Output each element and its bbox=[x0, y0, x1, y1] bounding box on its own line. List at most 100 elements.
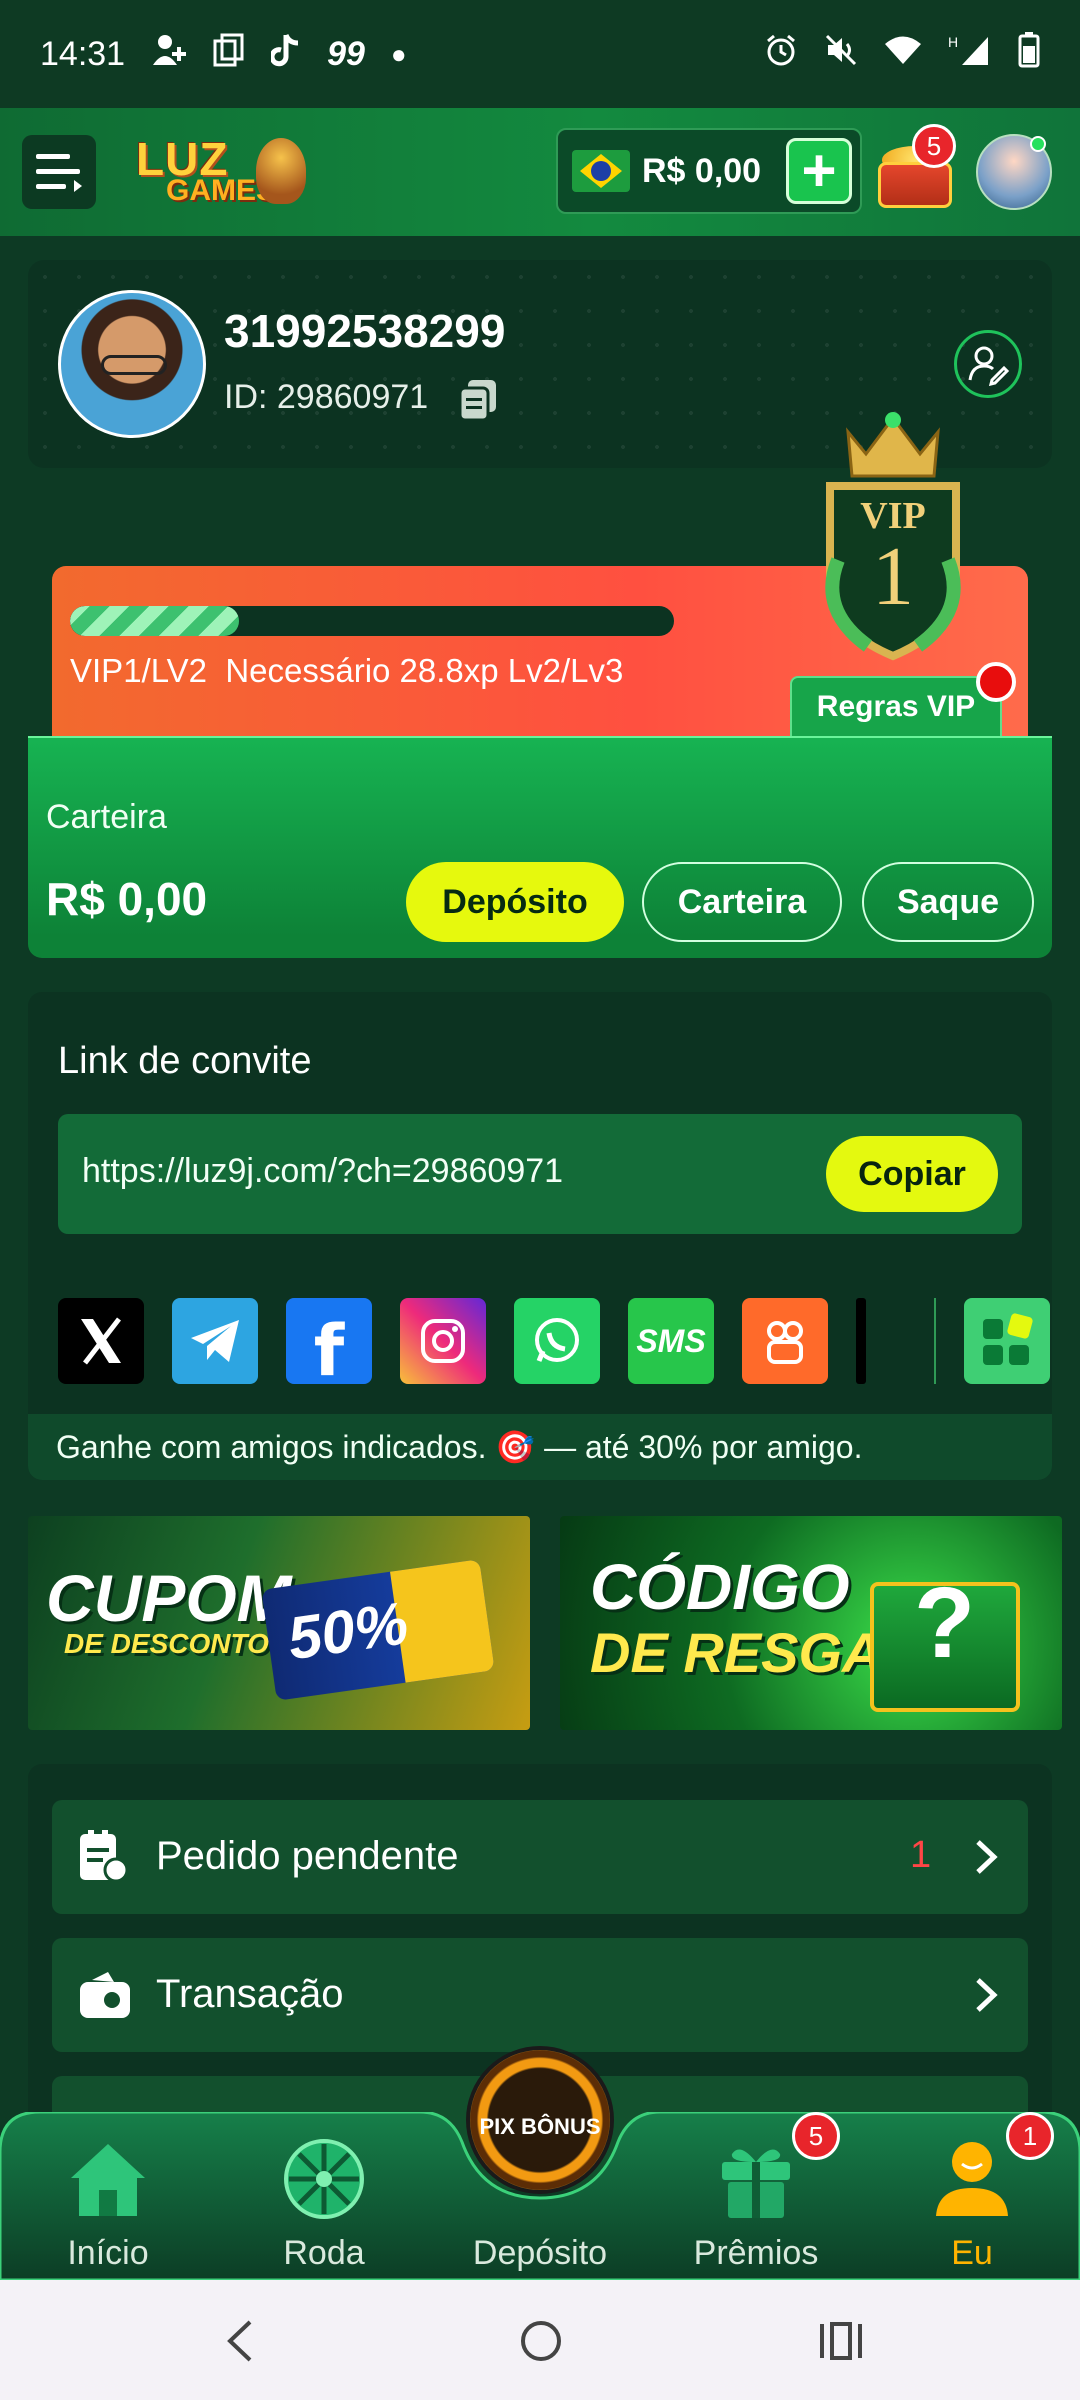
chest-badge: 5 bbox=[912, 124, 956, 168]
sms-label: SMS bbox=[636, 1322, 706, 1359]
nav-me-label: Eu bbox=[951, 2234, 993, 2272]
nav-me-badge: 1 bbox=[1006, 2112, 1054, 2160]
nav-deposit-label: Depósito bbox=[472, 2234, 608, 2272]
vip-progress-fill bbox=[70, 606, 240, 636]
profile-phone: 31992538299 bbox=[224, 305, 506, 357]
instagram-share-icon[interactable] bbox=[400, 1298, 486, 1384]
bottom-navigation: Início Roda PIX BÔNUS Depósito 5 Prêmios… bbox=[0, 2046, 1080, 2280]
vip-emblem: VIP 1 bbox=[808, 410, 978, 666]
menu-button[interactable] bbox=[22, 135, 96, 209]
vip-required-text: Necessário 28.8xp Lv2/Lv3 bbox=[225, 652, 624, 689]
add-funds-button[interactable]: + bbox=[786, 138, 852, 204]
edit-profile-icon bbox=[968, 346, 1010, 386]
share-separator bbox=[934, 1298, 936, 1384]
whatsapp-share-icon[interactable] bbox=[514, 1298, 600, 1384]
mute-icon bbox=[824, 33, 858, 76]
cupom-percent: 50% bbox=[283, 1589, 412, 1673]
alarm-icon bbox=[764, 33, 798, 76]
nav-wheel-label: Roda bbox=[283, 2234, 365, 2272]
nav-prizes-badge: 5 bbox=[792, 2112, 840, 2160]
vip-progress-bar bbox=[70, 606, 674, 636]
invite-footer: Ganhe com amigos indicados. 🎯 — até 30% … bbox=[28, 1414, 1052, 1480]
chest-icon bbox=[878, 162, 952, 208]
sms-share-icon[interactable]: SMS bbox=[628, 1298, 714, 1384]
svg-text:H: H bbox=[948, 34, 958, 50]
wallet-button[interactable]: Carteira bbox=[642, 862, 842, 942]
wallet-card: Carteira R$ 0,00 Depósito Carteira Saque bbox=[28, 736, 1052, 958]
deposit-button[interactable]: Depósito bbox=[406, 862, 624, 942]
cupom-subtitle: DE DESCONTO bbox=[64, 1628, 269, 1659]
nav-prizes-label: Prêmios bbox=[693, 2234, 819, 2272]
brazil-flag-icon bbox=[572, 150, 630, 192]
user-icon bbox=[936, 2142, 1008, 2216]
treasure-chest-button[interactable]: 5 bbox=[872, 124, 958, 212]
recents-icon[interactable] bbox=[816, 2316, 866, 2366]
wallet-label: Carteira bbox=[46, 798, 167, 836]
nav-deposit[interactable]: Depósito bbox=[460, 2138, 620, 2278]
chevron-right-icon bbox=[972, 1838, 1002, 1876]
gift-icon bbox=[722, 2149, 790, 2218]
home-circle-icon[interactable] bbox=[516, 2316, 566, 2366]
cupom-title: CUPOM bbox=[46, 1561, 292, 1635]
hamburger-icon bbox=[36, 154, 82, 192]
pix-bonus-text: PIX BÔNUS bbox=[479, 2114, 601, 2139]
share-buttons: f SMS bbox=[58, 1298, 1050, 1392]
add-person-icon bbox=[151, 33, 187, 76]
vip-emblem-level: 1 bbox=[872, 530, 914, 623]
pending-order-icon bbox=[78, 1830, 129, 1884]
battery-icon bbox=[1018, 31, 1040, 77]
menu-item-transaction[interactable]: Transação bbox=[52, 1938, 1028, 2052]
status-bar: 14:31 99 ● H bbox=[0, 0, 1080, 108]
profile-id: ID: 29860971 bbox=[224, 378, 429, 416]
coupon-ticket: 50% bbox=[261, 1559, 495, 1701]
header-balance-amount: R$ 0,00 bbox=[642, 151, 762, 190]
transaction-label: Transação bbox=[156, 1972, 344, 2016]
dot-icon: ● bbox=[390, 38, 407, 69]
gift-box-icon: ? bbox=[870, 1567, 1020, 1712]
copy-link-button[interactable]: Copiar bbox=[826, 1136, 998, 1212]
chevron-right-icon bbox=[972, 1976, 1002, 2014]
vip-level-text: VIP1/LV2 bbox=[70, 652, 207, 689]
signal-icon: H bbox=[948, 33, 992, 76]
status-time: 14:31 bbox=[40, 34, 126, 73]
tiktok-icon bbox=[269, 33, 301, 76]
telegram-share-icon[interactable] bbox=[172, 1298, 258, 1384]
share-divider bbox=[856, 1298, 866, 1384]
profile-avatar[interactable] bbox=[58, 290, 206, 438]
app-header: LUZ GAMES R$ 0,00 + 5 bbox=[0, 108, 1080, 236]
withdraw-button[interactable]: Saque bbox=[862, 862, 1034, 942]
app-logo[interactable]: LUZ GAMES bbox=[136, 132, 306, 212]
redeem-code-banner[interactable]: CÓDIGO DE RESGATE ? bbox=[560, 1516, 1062, 1730]
vip-rules-button[interactable]: Regras VIP bbox=[790, 676, 1002, 738]
wheel-icon bbox=[284, 2139, 364, 2219]
home-icon bbox=[71, 2144, 145, 2216]
logo-mascot bbox=[256, 138, 306, 204]
notification-count: 99 bbox=[327, 34, 365, 73]
kwai-share-icon[interactable] bbox=[742, 1298, 828, 1384]
invite-title: Link de convite bbox=[58, 1040, 312, 1082]
invite-link[interactable]: https://luz9j.com/?ch=29860971 bbox=[82, 1152, 563, 1191]
facebook-share-icon[interactable]: f bbox=[286, 1298, 372, 1392]
header-balance[interactable]: R$ 0,00 + bbox=[556, 128, 862, 214]
discount-coupon-banner[interactable]: CUPOM DE DESCONTO 50% bbox=[28, 1516, 530, 1730]
nav-home-label: Início bbox=[67, 2234, 149, 2272]
nav-home[interactable]: Início bbox=[28, 2138, 188, 2278]
x-share-icon[interactable] bbox=[58, 1298, 144, 1384]
nav-prizes[interactable]: 5 Prêmios bbox=[676, 2112, 840, 2278]
copy-notification-icon bbox=[213, 33, 245, 76]
menu-item-pending-order[interactable]: Pedido pendente 1 bbox=[52, 1800, 1028, 1914]
nav-me[interactable]: 1 Eu bbox=[892, 2112, 1054, 2278]
wifi-icon bbox=[884, 35, 922, 74]
wallet-transaction-icon bbox=[78, 1968, 130, 2022]
pending-order-count: 1 bbox=[910, 1834, 932, 1876]
edit-profile-button[interactable] bbox=[954, 330, 1022, 398]
copy-id-icon[interactable] bbox=[458, 378, 498, 422]
codigo-title: CÓDIGO bbox=[590, 1551, 850, 1623]
invite-card: Link de convite https://luz9j.com/?ch=29… bbox=[28, 992, 1052, 1480]
pending-order-label: Pedido pendente bbox=[156, 1834, 459, 1878]
more-apps-icon[interactable] bbox=[964, 1298, 1050, 1384]
nav-wheel[interactable]: Roda bbox=[244, 2138, 404, 2278]
system-navigation-bar bbox=[0, 2280, 1080, 2400]
wallet-amount: R$ 0,00 bbox=[46, 873, 208, 925]
back-icon[interactable] bbox=[220, 2316, 260, 2366]
